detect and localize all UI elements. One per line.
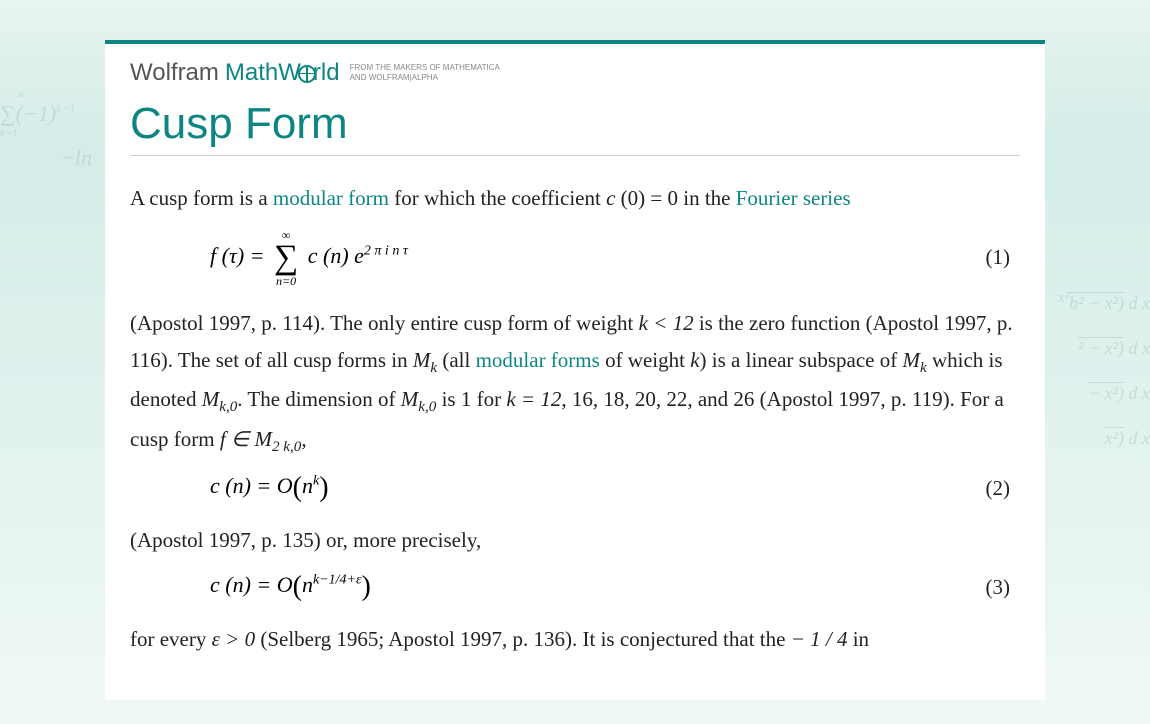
article-card: Wolfram MathWrld FROM THE MAKERS OF MATH… xyxy=(105,40,1045,700)
background-math-left: ∞ ∑(−1)k−1 k=1 −ln xyxy=(0,90,92,171)
link-modular-forms-2[interactable]: modular forms xyxy=(476,348,600,372)
summation-icon: ∞ ∑ n=0 xyxy=(274,229,298,287)
paragraph-3: (Apostol 1997, p. 135) or, more precisel… xyxy=(130,522,1020,559)
brand-mathworld-text: MathWrld xyxy=(225,59,340,87)
equation-2: c (n) = O(nk) (2) xyxy=(130,472,1020,504)
paragraph-4: for every ε > 0 (Selberg 1965; Apostol 1… xyxy=(130,621,1020,658)
link-modular-form[interactable]: modular form xyxy=(273,186,389,210)
intro-paragraph: A cusp form is a modular form for which … xyxy=(130,180,1020,217)
page-title: Cusp Form xyxy=(130,99,1020,156)
equation-number-1: (1) xyxy=(986,245,1021,270)
equation-3: c (n) = O(nk−1/4+ε) (3) xyxy=(130,571,1020,603)
link-fourier-series[interactable]: Fourier series xyxy=(736,186,851,210)
brand-header: Wolfram MathWrld FROM THE MAKERS OF MATH… xyxy=(130,59,1020,87)
brand-wolfram-text: Wolfram xyxy=(130,59,219,87)
equation-number-2: (2) xyxy=(986,476,1021,501)
background-math-right: x²b² − x²) d x ² − x²) d x − x²) d x x²)… xyxy=(1058,280,1150,461)
globe-icon xyxy=(298,65,316,83)
equation-number-3: (3) xyxy=(986,575,1021,600)
main-paragraph: (Apostol 1997, p. 114). The only entire … xyxy=(130,305,1020,461)
brand-tagline: FROM THE MAKERS OF MATHEMATICAAND WOLFRA… xyxy=(350,63,500,82)
equation-1: f (τ) = ∞ ∑ n=0 c (n) e2 π i n τ (1) xyxy=(130,229,1020,287)
